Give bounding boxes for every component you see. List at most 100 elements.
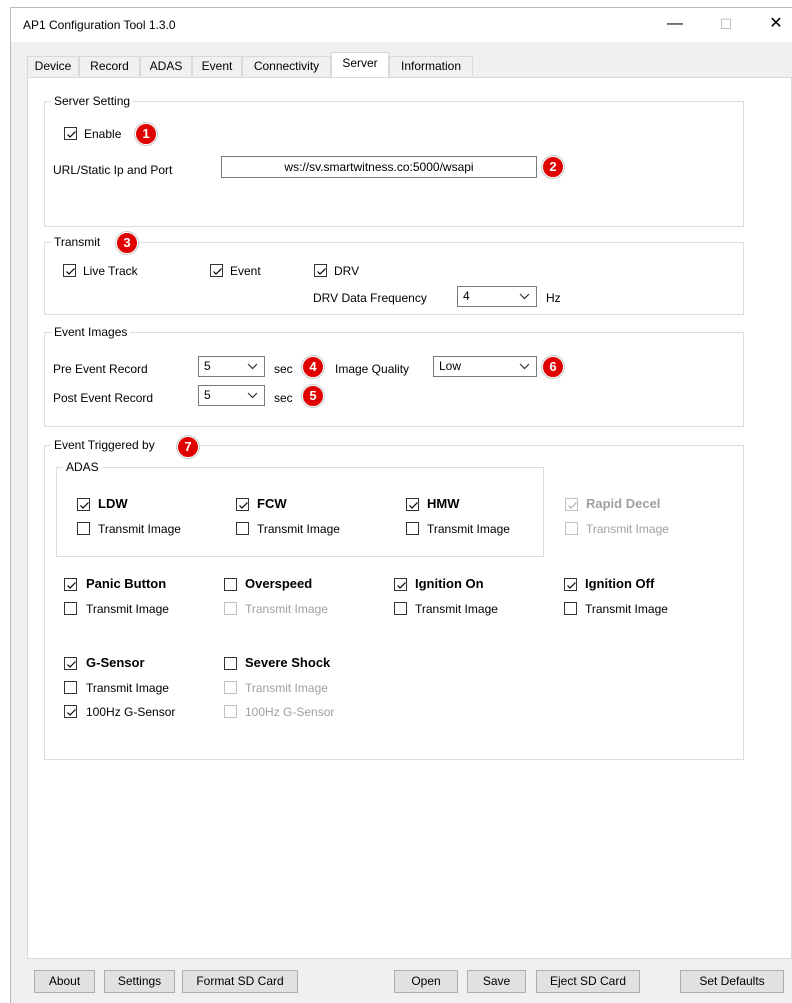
ignition-off-transmit-label: Transmit Image <box>585 602 668 616</box>
url-label: URL/Static Ip and Port <box>53 163 173 177</box>
fcw-transmit-checkbox[interactable] <box>236 522 249 535</box>
image-quality-label: Image Quality <box>335 362 410 376</box>
drv-label: DRV <box>334 264 360 278</box>
post-event-select[interactable]: 5 <box>198 385 265 406</box>
panic-button-checkbox[interactable] <box>64 578 77 591</box>
live-track-checkbox[interactable] <box>63 264 76 277</box>
window-title: AP1 Configuration Tool 1.3.0 <box>23 18 176 32</box>
severe-shock-100hz-label: 100Hz G-Sensor <box>245 705 335 719</box>
maximize-icon[interactable]: ☐ <box>713 14 739 36</box>
overspeed-transmit-label: Transmit Image <box>245 602 328 616</box>
ldw-transmit-checkbox[interactable] <box>77 522 90 535</box>
format-sd-card-button[interactable]: Format SD Card <box>182 970 298 993</box>
fcw-checkbox[interactable] <box>236 498 249 511</box>
event-images-title: Event Images <box>51 324 131 340</box>
badge-4: 4 <box>302 356 324 378</box>
ignition-off-checkbox[interactable] <box>564 578 577 591</box>
image-quality-select[interactable]: Low <box>433 356 537 377</box>
severe-shock-transmit-label: Transmit Image <box>245 681 328 695</box>
ldw-transmit-label: Transmit Image <box>98 522 181 536</box>
drv-frequency-value: 4 <box>463 289 470 303</box>
chevron-down-icon <box>519 363 530 370</box>
drv-frequency-select[interactable]: 4 <box>457 286 537 307</box>
drv-frequency-unit: Hz <box>546 291 561 305</box>
post-event-label: Post Event Record <box>53 391 154 405</box>
pre-event-select[interactable]: 5 <box>198 356 265 377</box>
panic-button-label: Panic Button <box>86 576 167 591</box>
badge-1: 1 <box>135 123 157 145</box>
set-defaults-button[interactable]: Set Defaults <box>680 970 784 993</box>
chevron-down-icon <box>519 293 530 300</box>
g-sensor-100hz-checkbox[interactable] <box>64 705 77 718</box>
drv-frequency-label: DRV Data Frequency <box>313 291 427 305</box>
tab-record[interactable]: Record <box>79 56 140 76</box>
eject-sd-card-button[interactable]: Eject SD Card <box>536 970 640 993</box>
severe-shock-transmit-checkbox <box>224 681 237 694</box>
severe-shock-100hz-checkbox <box>224 705 237 718</box>
badge-6: 6 <box>542 356 564 378</box>
transmit-event-label: Event <box>230 264 261 278</box>
overspeed-label: Overspeed <box>245 576 313 591</box>
url-field[interactable]: ws://sv.smartwitness.co:5000/wsapi <box>221 156 537 178</box>
tab-information[interactable]: Information <box>389 56 473 76</box>
minimize-icon[interactable]: — <box>662 14 688 36</box>
server-setting-title: Server Setting <box>51 93 134 109</box>
g-sensor-transmit-label: Transmit Image <box>86 681 169 695</box>
close-icon[interactable]: ✕ <box>763 14 789 36</box>
enable-checkbox[interactable] <box>64 127 77 140</box>
ignition-on-transmit-label: Transmit Image <box>415 602 498 616</box>
overspeed-transmit-checkbox <box>224 602 237 615</box>
severe-shock-label: Severe Shock <box>245 655 331 670</box>
rapid-decel-label: Rapid Decel <box>586 496 661 511</box>
panic-transmit-label: Transmit Image <box>86 602 169 616</box>
fcw-label: FCW <box>257 496 287 511</box>
rapid-decel-transmit-label: Transmit Image <box>586 522 669 536</box>
tab-connectivity[interactable]: Connectivity <box>242 56 331 76</box>
image-quality-value: Low <box>439 359 462 373</box>
rapid-decel-checkbox <box>565 498 578 511</box>
live-track-label: Live Track <box>83 264 138 278</box>
adas-subgroup: ADAS <box>56 459 544 557</box>
panic-transmit-checkbox[interactable] <box>64 602 77 615</box>
g-sensor-transmit-checkbox[interactable] <box>64 681 77 694</box>
g-sensor-label: G-Sensor <box>86 655 145 670</box>
badge-3: 3 <box>116 232 138 254</box>
ignition-off-transmit-checkbox[interactable] <box>564 602 577 615</box>
save-button[interactable]: Save <box>467 970 526 993</box>
severe-shock-checkbox[interactable] <box>224 657 237 670</box>
ignition-on-transmit-checkbox[interactable] <box>394 602 407 615</box>
about-button[interactable]: About <box>34 970 95 993</box>
hmw-transmit-checkbox[interactable] <box>406 522 419 535</box>
event-images-group: Event Images <box>44 324 744 427</box>
tab-event[interactable]: Event <box>192 56 242 76</box>
ldw-label: LDW <box>98 496 128 511</box>
chevron-down-icon <box>247 363 258 370</box>
badge-5: 5 <box>302 385 324 407</box>
ldw-checkbox[interactable] <box>77 498 90 511</box>
ignition-on-checkbox[interactable] <box>394 578 407 591</box>
drv-checkbox[interactable] <box>314 264 327 277</box>
overspeed-checkbox[interactable] <box>224 578 237 591</box>
pre-event-unit: sec <box>274 362 293 376</box>
tab-server[interactable]: Server <box>331 52 389 77</box>
open-button[interactable]: Open <box>394 970 458 993</box>
enable-label: Enable <box>84 127 122 141</box>
post-event-value: 5 <box>204 388 211 402</box>
ignition-on-label: Ignition On <box>415 576 484 591</box>
pre-event-value: 5 <box>204 359 211 373</box>
transmit-event-checkbox[interactable] <box>210 264 223 277</box>
adas-title: ADAS <box>63 459 102 475</box>
hmw-checkbox[interactable] <box>406 498 419 511</box>
fcw-transmit-label: Transmit Image <box>257 522 340 536</box>
rapid-decel-transmit-checkbox <box>565 522 578 535</box>
settings-button[interactable]: Settings <box>104 970 175 993</box>
title-bar[interactable]: AP1 Configuration Tool 1.3.0 — ☐ ✕ <box>11 8 792 42</box>
pre-event-label: Pre Event Record <box>53 362 148 376</box>
g-sensor-100hz-label: 100Hz G-Sensor <box>86 705 176 719</box>
ignition-off-label: Ignition Off <box>585 576 655 591</box>
hmw-transmit-label: Transmit Image <box>427 522 510 536</box>
hmw-label: HMW <box>427 496 460 511</box>
g-sensor-checkbox[interactable] <box>64 657 77 670</box>
tab-adas[interactable]: ADAS <box>140 56 192 76</box>
tab-device[interactable]: Device <box>27 56 79 76</box>
